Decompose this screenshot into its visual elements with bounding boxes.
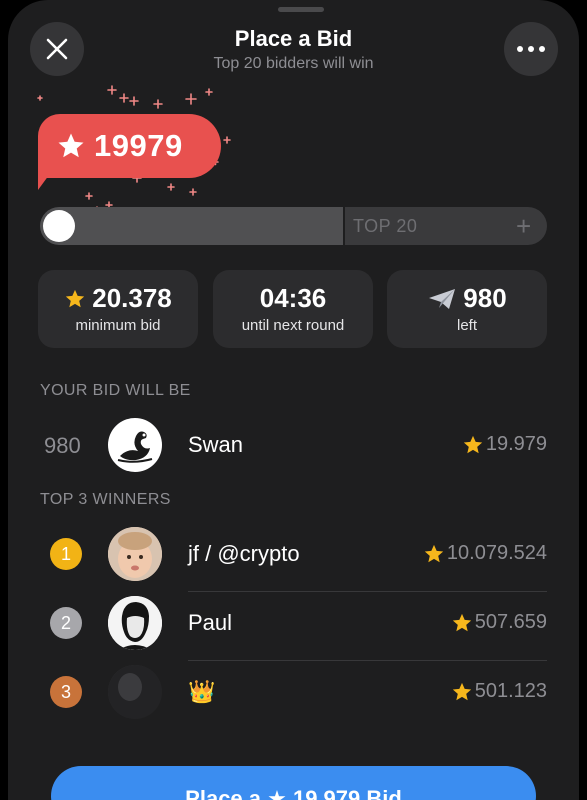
avatar: [108, 527, 162, 581]
slider-track-fill: [40, 207, 343, 245]
row-divider: [188, 591, 547, 592]
star-icon: [58, 133, 84, 158]
winners-section-title: TOP 3 WINNERS: [40, 491, 171, 508]
avatar: [108, 418, 162, 472]
winner-row-1: 1 jf / @crypto 10.079.524: [8, 524, 579, 592]
left-count-label: left: [456, 317, 477, 334]
your-bid-row: 980 Swan 19.979: [8, 415, 579, 475]
star-icon: [452, 613, 471, 631]
star-icon: [424, 544, 444, 562]
bid-amount: 19979: [94, 128, 183, 163]
stat-minimum-bid: 20.378 minimum bid: [38, 270, 198, 348]
winner-row-3: 3 👑 501.123: [8, 662, 579, 722]
slider-divider: [343, 207, 345, 245]
winner-name: Paul: [188, 610, 233, 635]
star-icon: [66, 289, 85, 307]
star-icon: [452, 682, 471, 700]
winner-amount: 501.123: [451, 680, 547, 703]
star-icon: [463, 435, 482, 453]
winner-amount: 10.079.524: [423, 542, 547, 565]
page-subtitle: Top 20 bidders will win: [213, 55, 374, 72]
paper-plane-icon: [429, 288, 456, 309]
slider-top-label: TOP 20: [353, 216, 418, 236]
winner-amount: 507.659: [451, 611, 547, 634]
more-button[interactable]: [504, 22, 558, 76]
plus-icon[interactable]: +: [516, 211, 531, 242]
blurred-avatar-icon: [108, 665, 162, 719]
minimum-bid-value: 20.378: [92, 283, 172, 313]
left-count-value: 980: [463, 283, 507, 313]
swan-avatar-icon: [117, 431, 153, 463]
winner-name: 👑: [188, 679, 216, 704]
your-bid-name: Swan: [188, 432, 244, 457]
place-bid-button[interactable]: Place a ★ 19.979 Bid: [51, 766, 536, 800]
bid-amount-bubble: 19979: [38, 114, 221, 178]
rank-badge: 1: [50, 538, 82, 570]
your-bid-amount: 19.979: [462, 433, 547, 456]
rank-badge: 3: [50, 676, 82, 708]
your-bid-section-title: YOUR BID WILL BE: [40, 382, 191, 399]
winner-row-2: 2 Paul 507.659: [8, 593, 579, 661]
stat-next-round: 04:36 until next round: [213, 270, 373, 348]
sheet-grabber[interactable]: [278, 7, 324, 12]
bid-sheet: Place a Bid Top 20 bidders will win 1997…: [8, 0, 579, 800]
baby-avatar-icon: [108, 527, 162, 581]
bid-slider[interactable]: TOP 20 +: [40, 207, 547, 245]
rank-badge: 2: [50, 607, 82, 639]
slider-knob[interactable]: [43, 210, 75, 242]
portrait-avatar-icon: [108, 596, 162, 650]
countdown-value: 04:36: [259, 283, 327, 313]
winner-name: jf / @crypto: [188, 541, 300, 566]
more-icon: [517, 46, 545, 52]
stat-left: 980 left: [387, 270, 547, 348]
place-bid-label: Place a ★ 19.979 Bid: [185, 786, 402, 800]
avatar: [108, 596, 162, 650]
row-divider: [188, 660, 547, 661]
your-bid-rank: 980: [44, 433, 81, 458]
page-title: Place a Bid: [234, 26, 353, 51]
minimum-bid-label: minimum bid: [75, 317, 161, 334]
avatar: [108, 665, 162, 719]
countdown-label: until next round: [241, 317, 345, 334]
